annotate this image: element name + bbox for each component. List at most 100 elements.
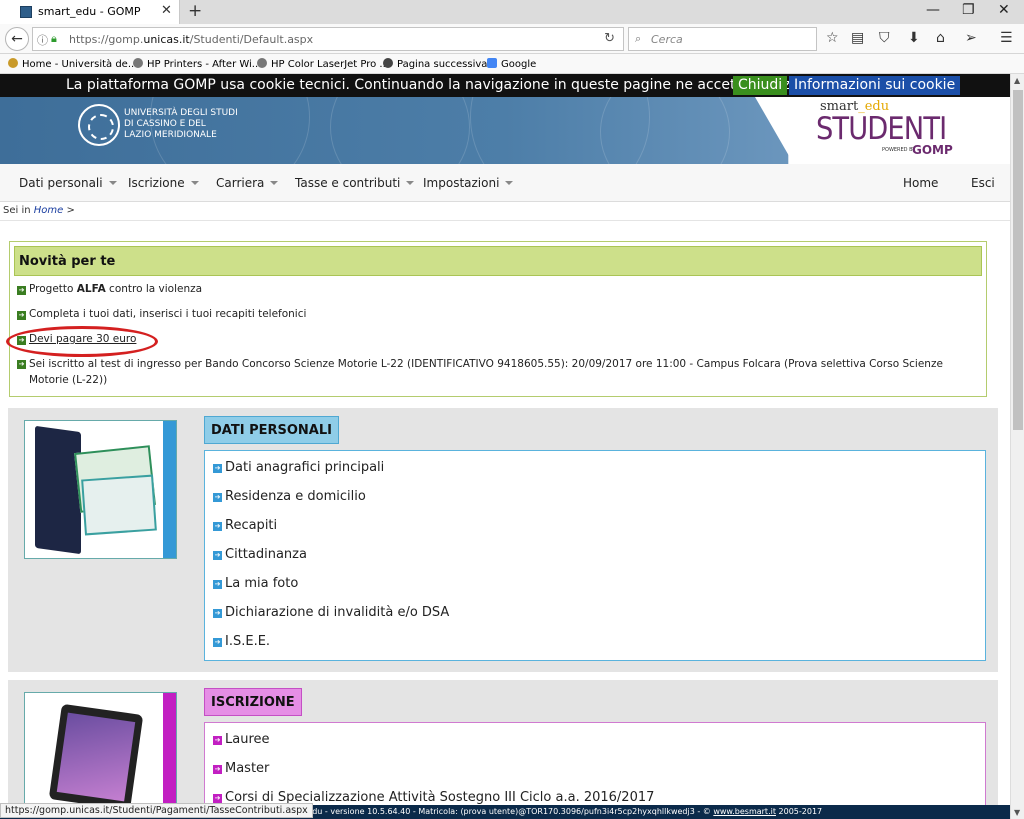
bookmark-label: Pagina successiva	[397, 59, 488, 70]
menu-icon[interactable]: ☰	[1000, 30, 1013, 46]
cookie-info-button[interactable]: Informazioni sui cookie	[789, 76, 961, 95]
link-dati-anagrafici[interactable]: ➔ Dati anagrafici principali	[213, 460, 384, 475]
brand-title: STUDENTI	[816, 111, 947, 147]
besmart-link[interactable]: www.besmart.it	[713, 807, 776, 816]
arrow-right-icon: ➔	[213, 493, 222, 502]
scroll-up-icon[interactable]: ▲	[1014, 76, 1020, 85]
header-banner: UNIVERSITÀ DEGLI STUDI DI CASSINO E DEL …	[0, 97, 1010, 164]
menu-dati-personali[interactable]: Dati personali	[19, 176, 117, 190]
chevron-down-icon	[108, 181, 117, 185]
pocket-icon[interactable]: ⛉	[879, 30, 890, 46]
browser-nav-bar: ← ⓘ 🔒︎ https://gomp.unicas.it/Studenti/D…	[0, 24, 1024, 54]
tab-title: smart_edu - GOMP	[38, 5, 141, 18]
reload-icon[interactable]: ↻	[604, 31, 615, 46]
university-name: UNIVERSITÀ DEGLI STUDI DI CASSINO E DEL …	[124, 108, 238, 140]
link-foto[interactable]: ➔ La mia foto	[213, 576, 298, 591]
breadcrumb-home-link[interactable]: Home	[34, 205, 64, 216]
bookmark-google[interactable]: Google	[487, 58, 536, 70]
university-logo[interactable]	[78, 104, 120, 146]
menu-tasse-contributi[interactable]: Tasse e contributi	[295, 176, 415, 190]
iscrizione-links: ➔ Lauree ➔ Master ➔ Corsi di Specializzazio…	[204, 722, 986, 805]
favicon-icon	[20, 6, 32, 18]
globe-icon	[383, 58, 393, 68]
new-tab-icon[interactable]: +	[188, 1, 202, 21]
news-panel: Novità per te ➔ Progetto ALFA contro la v…	[9, 241, 987, 397]
footer-text: smart_edu - versione 10.5.64.40 - Matric…	[280, 807, 823, 816]
scrollbar-thumb[interactable]	[1013, 90, 1023, 430]
arrow-right-icon: ➔	[17, 311, 26, 320]
bookmark-hp-printers[interactable]: HP Printers - After Wi...	[133, 58, 261, 70]
minimize-icon[interactable]: —	[926, 2, 940, 18]
arrow-right-icon: ➔	[213, 736, 222, 745]
studenti-brand-logo[interactable]: smart_edu STUDENTI POWERED BY GOMP	[800, 97, 1010, 164]
search-input[interactable]: ⌕ Cerca	[628, 27, 817, 51]
section-dati-personali: DATI PERSONALI ➔ Dati anagrafici principa…	[8, 408, 998, 672]
star-icon[interactable]: ☆	[826, 30, 839, 46]
arrow-right-icon: ➔	[213, 580, 222, 589]
news-item-complete-data[interactable]: ➔ Completa i tuoi dati, inserisci i tuoi …	[17, 306, 967, 322]
chevron-down-icon	[270, 181, 279, 185]
close-tab-icon[interactable]: ✕	[161, 3, 172, 18]
browser-tab[interactable]: smart_edu - GOMP ✕	[0, 0, 180, 24]
news-title: Novità per te	[14, 246, 982, 276]
scroll-down-icon[interactable]: ▼	[1014, 808, 1020, 817]
menu-logout[interactable]: Esci	[971, 176, 995, 190]
page-content: La piattaforma GOMP usa cookie tecnici. …	[0, 74, 1010, 805]
cookie-close-button[interactable]: Chiudi	[733, 76, 788, 95]
globe-icon	[133, 58, 143, 68]
news-item-test[interactable]: ➔ Sei iscritto al test di ingresso per Ba…	[17, 356, 967, 388]
back-icon[interactable]: ←	[5, 27, 29, 51]
link-lauree[interactable]: ➔ Lauree	[213, 732, 270, 747]
info-icon[interactable]: ⓘ	[37, 32, 48, 48]
link-recapiti[interactable]: ➔ Recapiti	[213, 518, 277, 533]
link-cittadinanza[interactable]: ➔ Cittadinanza	[213, 547, 307, 562]
bookmark-home-unicas[interactable]: Home - Università de...	[8, 58, 137, 70]
arrow-right-icon: ➔	[213, 464, 222, 473]
news-item-alfa[interactable]: ➔ Progetto ALFA contro la violenza	[17, 281, 967, 297]
arrow-right-icon: ➔	[213, 522, 222, 531]
section-title: DATI PERSONALI	[204, 416, 339, 444]
window-close-icon[interactable]: ✕	[998, 2, 1010, 18]
dati-personali-image	[24, 420, 177, 559]
url-text: https://gomp.unicas.it/Studenti/Default.…	[69, 33, 314, 46]
section-title: ISCRIZIONE	[204, 688, 302, 716]
cookie-bar: La piattaforma GOMP usa cookie tecnici. …	[0, 74, 1010, 97]
section-iscrizione: ISCRIZIONE ➔ Lauree ➔ Master ➔ Corsi di Spe…	[8, 680, 998, 805]
restore-icon[interactable]: ❐	[962, 2, 975, 18]
arrow-right-icon: ➔	[213, 794, 222, 803]
link-master[interactable]: ➔ Master	[213, 761, 269, 776]
bookmark-label: Home - Università de...	[22, 59, 138, 70]
lock-icon: 🔒︎	[51, 32, 57, 45]
link-invalidita[interactable]: ➔ Dichiarazione di invalidità e/o DSA	[213, 605, 449, 620]
brand-powered: POWERED BY	[882, 147, 916, 153]
arrow-right-icon: ➔	[213, 765, 222, 774]
address-bar[interactable]: ⓘ 🔒︎ https://gomp.unicas.it/Studenti/Def…	[32, 27, 624, 51]
menu-iscrizione[interactable]: Iscrizione	[128, 176, 199, 190]
link-preview-status: https://gomp.unicas.it/Studenti/Pagament…	[0, 803, 313, 818]
send-icon[interactable]: ➢	[965, 30, 977, 46]
bookmark-next-page[interactable]: Pagina successiva	[383, 58, 487, 70]
menu-carriera[interactable]: Carriera	[216, 176, 279, 190]
news-item-payment[interactable]: ➔ Devi pagare 30 euro	[17, 331, 967, 347]
main-menu: Dati personali Iscrizione Carriera Tasse…	[0, 164, 1010, 202]
arrow-right-icon: ➔	[213, 638, 222, 647]
download-icon[interactable]: ⬇	[908, 30, 920, 46]
menu-home[interactable]: Home	[903, 176, 938, 190]
bookmark-hp-laserjet[interactable]: HP Color LaserJet Pro ...	[257, 58, 389, 70]
arrow-right-icon: ➔	[213, 609, 222, 618]
reading-list-icon[interactable]: ▤	[851, 30, 864, 46]
menu-impostazioni[interactable]: Impostazioni	[423, 176, 514, 190]
bookmark-label: HP Color LaserJet Pro ...	[271, 59, 389, 70]
scrollbar[interactable]: ▲ ▼	[1010, 74, 1024, 819]
bookmarks-bar: Home - Università de... HP Printers - Af…	[0, 54, 1024, 74]
arrow-right-icon: ➔	[17, 360, 26, 369]
arrow-right-icon: ➔	[213, 551, 222, 560]
chevron-down-icon	[190, 181, 199, 185]
home-icon[interactable]: ⌂	[936, 30, 945, 46]
chevron-down-icon	[505, 181, 514, 185]
cookie-text: La piattaforma GOMP usa cookie tecnici. …	[66, 77, 811, 93]
link-isee[interactable]: ➔ I.S.E.E.	[213, 634, 270, 649]
arrow-right-icon: ➔	[17, 286, 26, 295]
link-residenza[interactable]: ➔ Residenza e domicilio	[213, 489, 366, 504]
google-icon	[487, 58, 497, 68]
